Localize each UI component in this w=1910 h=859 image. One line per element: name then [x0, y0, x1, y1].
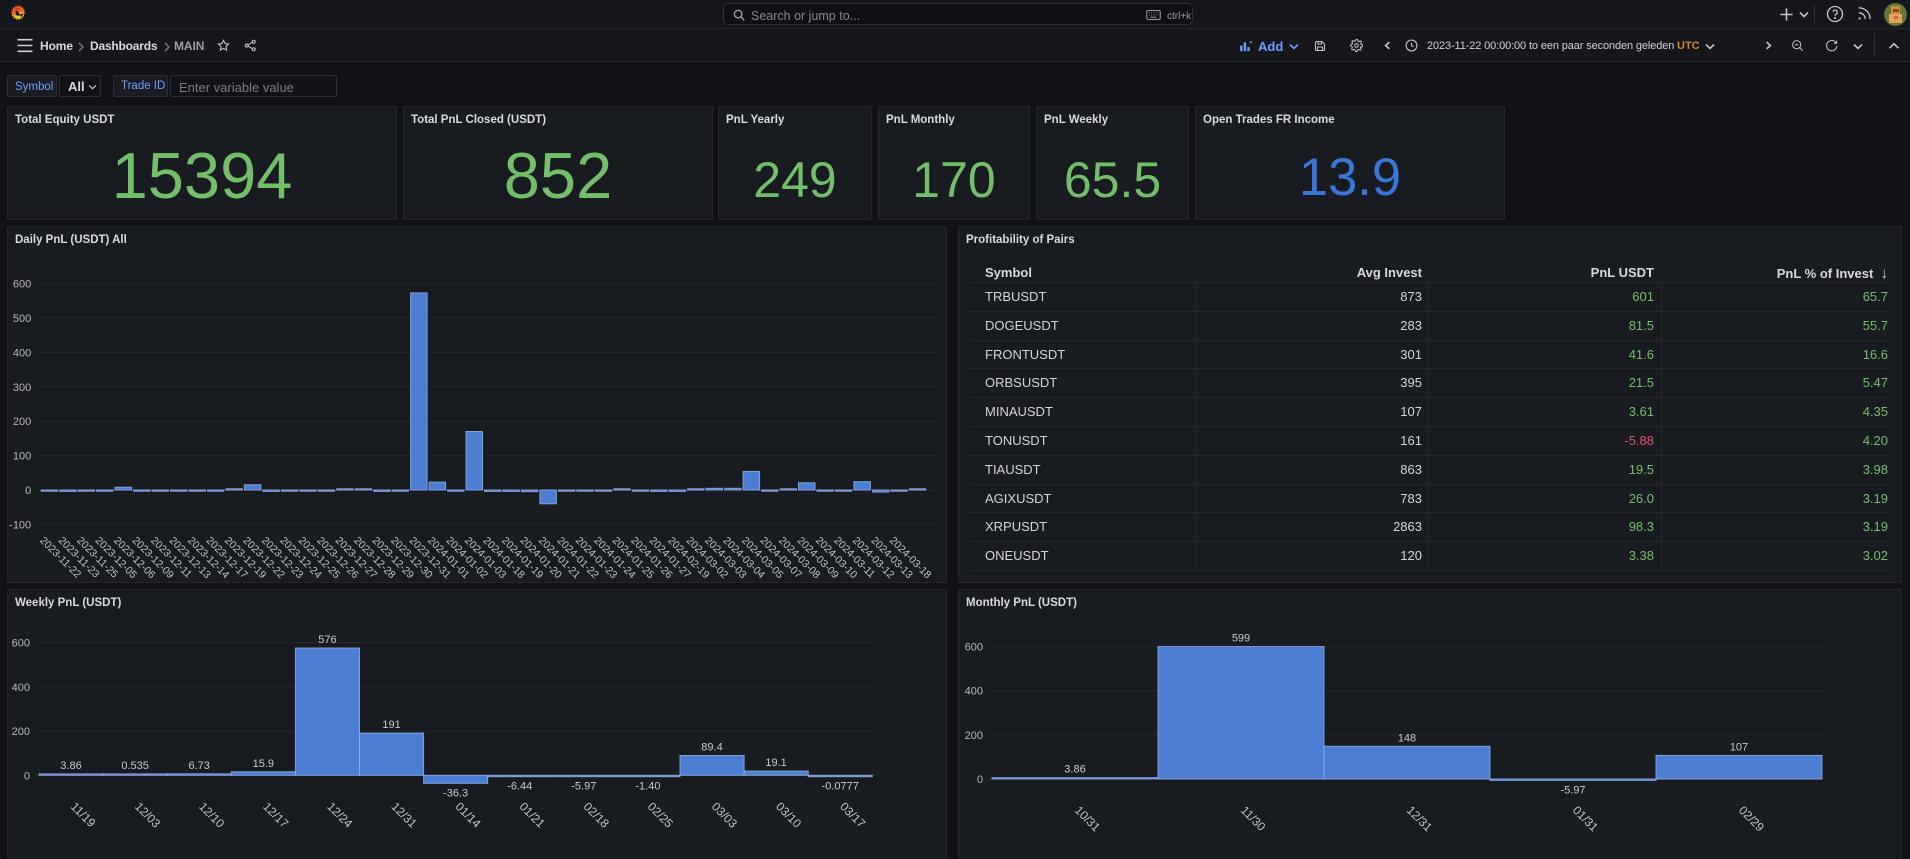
svg-text:12/17: 12/17 — [260, 800, 291, 831]
svg-text:191: 191 — [382, 719, 400, 731]
svg-text:15.9: 15.9 — [253, 758, 274, 770]
svg-text:400: 400 — [13, 347, 31, 359]
svg-text:400: 400 — [12, 682, 30, 694]
svg-text:599: 599 — [1232, 633, 1250, 645]
svg-text:11/30: 11/30 — [1238, 803, 1269, 834]
svg-text:10/31: 10/31 — [1072, 803, 1103, 834]
svg-text:600: 600 — [965, 641, 983, 653]
svg-text:02/18: 02/18 — [581, 800, 612, 831]
svg-text:-100: -100 — [9, 519, 31, 531]
svg-text:02/25: 02/25 — [645, 800, 676, 831]
svg-text:200: 200 — [965, 730, 983, 742]
svg-text:-5.97: -5.97 — [1560, 784, 1585, 796]
svg-text:12/03: 12/03 — [132, 800, 163, 831]
svg-text:-5.97: -5.97 — [571, 781, 596, 793]
svg-text:3.86: 3.86 — [60, 760, 81, 772]
svg-text:300: 300 — [13, 382, 31, 394]
svg-text:03/03: 03/03 — [709, 800, 740, 831]
svg-text:148: 148 — [1398, 732, 1416, 744]
svg-text:0: 0 — [25, 485, 31, 497]
svg-text:-0.0777: -0.0777 — [822, 781, 859, 793]
svg-text:107: 107 — [1730, 741, 1748, 753]
svg-text:0.535: 0.535 — [121, 760, 149, 772]
svg-text:19.1: 19.1 — [765, 757, 786, 769]
svg-text:500: 500 — [13, 313, 31, 325]
svg-text:200: 200 — [13, 416, 31, 428]
svg-text:600: 600 — [13, 279, 31, 291]
svg-text:02/29: 02/29 — [1736, 803, 1767, 834]
svg-text:6.73: 6.73 — [188, 760, 209, 772]
svg-text:12/10: 12/10 — [196, 800, 227, 831]
svg-text:03/17: 03/17 — [837, 800, 868, 831]
svg-text:-1.40: -1.40 — [635, 781, 660, 793]
svg-text:12/31: 12/31 — [1404, 803, 1435, 834]
svg-text:600: 600 — [12, 638, 30, 650]
svg-text:576: 576 — [318, 634, 336, 646]
svg-text:12/24: 12/24 — [324, 800, 355, 831]
svg-text:11/19: 11/19 — [68, 800, 99, 831]
svg-text:03/10: 03/10 — [773, 800, 804, 831]
svg-text:01/21: 01/21 — [517, 800, 548, 831]
svg-text:3.86: 3.86 — [1064, 764, 1085, 776]
svg-text:0: 0 — [24, 770, 30, 782]
svg-text:-36.3: -36.3 — [443, 787, 468, 799]
svg-text:89.4: 89.4 — [701, 742, 722, 754]
svg-text:01/14: 01/14 — [452, 800, 483, 831]
svg-text:-6.44: -6.44 — [507, 781, 532, 793]
svg-text:12/31: 12/31 — [388, 800, 419, 831]
svg-text:100: 100 — [13, 451, 31, 463]
svg-text:200: 200 — [12, 726, 30, 738]
svg-text:01/31: 01/31 — [1570, 803, 1601, 834]
svg-text:0: 0 — [977, 774, 983, 786]
svg-text:400: 400 — [965, 686, 983, 698]
